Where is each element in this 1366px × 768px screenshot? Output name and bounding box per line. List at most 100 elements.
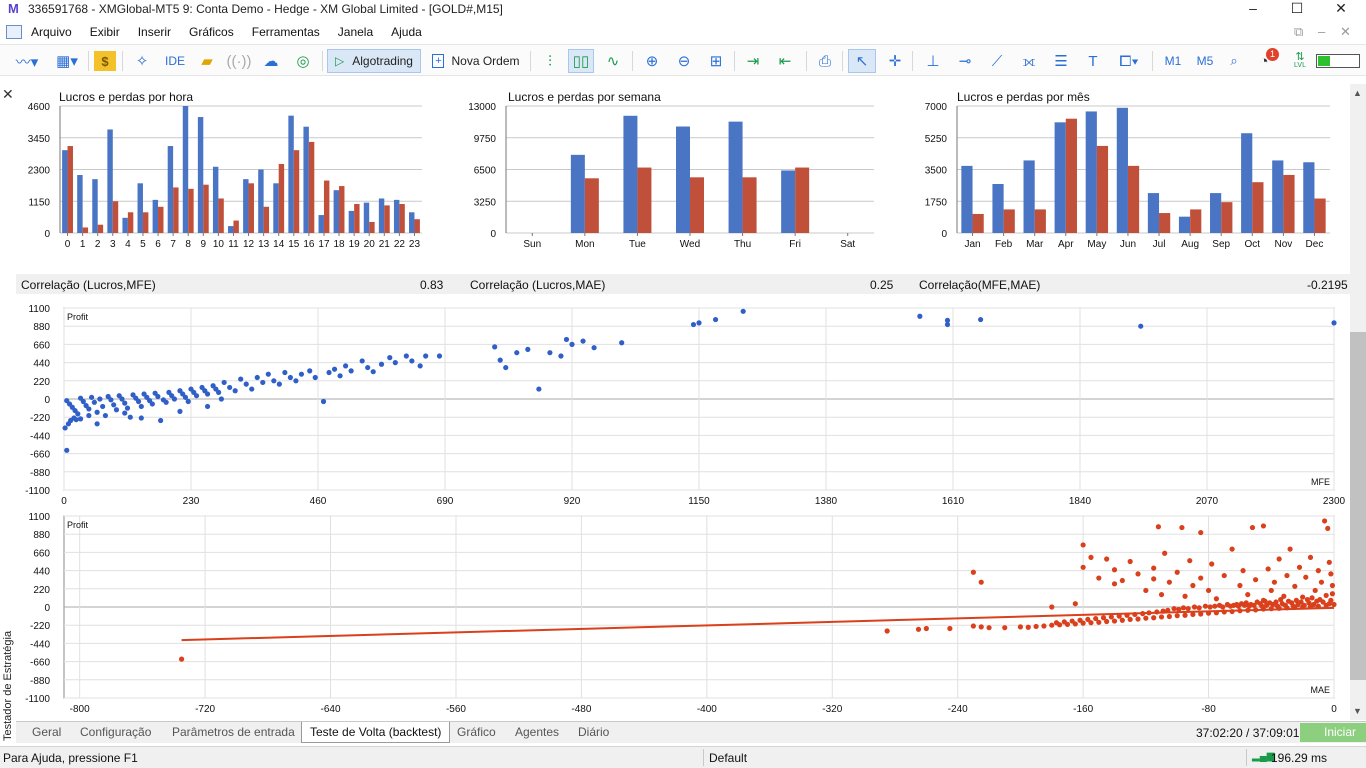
bar-chart-icon[interactable]: ⫶ [538, 49, 562, 73]
x-tick-label: Nov [1274, 239, 1292, 250]
data-point [1100, 615, 1107, 621]
x-tick-label: Oct [1245, 239, 1261, 250]
menu-exibir[interactable]: Exibir [81, 22, 129, 42]
trendline-icon[interactable]: ⟋ [984, 49, 1010, 73]
menu-ferramentas[interactable]: Ferramentas [243, 22, 329, 42]
vertical-scrollbar[interactable]: ▲ ▼ [1350, 84, 1366, 720]
profit-bar [122, 217, 128, 233]
line-chart-icon[interactable]: ∿ [600, 49, 626, 73]
x-tick-label: 21 [379, 239, 391, 250]
scroll-up-icon[interactable]: ▲ [1353, 88, 1362, 98]
algotrading-button[interactable]: ▷ Algotrading [327, 49, 421, 73]
crosshair-icon[interactable]: ✛ [882, 49, 908, 73]
x-tick-label: 12 [243, 239, 255, 250]
tab-grafico[interactable]: Gráfico [449, 722, 504, 743]
loss-bar [972, 213, 984, 233]
notifications-icon[interactable]: ◔ 1 [1250, 48, 1279, 73]
x-tick-label: 3 [110, 239, 116, 250]
search-icon[interactable]: ⌕ [1224, 49, 1244, 73]
menu-ajuda[interactable]: Ajuda [382, 22, 431, 42]
profit-bar [1147, 193, 1160, 233]
data-point [970, 569, 976, 575]
loss-bar [67, 146, 73, 233]
close-panel-icon[interactable]: ✕ [2, 86, 14, 103]
minimize-button[interactable]: – [1230, 0, 1276, 18]
data-point [1296, 564, 1303, 570]
x-tick-label: 920 [564, 496, 581, 507]
profit-bar [1023, 160, 1035, 233]
tab-diario[interactable]: Diário [570, 722, 617, 743]
tab-agentes[interactable]: Agentes [507, 722, 567, 743]
menu-inserir[interactable]: Inserir [129, 22, 180, 42]
market-dollar-icon[interactable]: $ [94, 51, 116, 71]
profit-bar [728, 121, 743, 233]
toolbar-separator [322, 51, 323, 71]
equidistant-channel-icon[interactable]: ⟗ [1016, 49, 1042, 73]
profit-bar [676, 126, 690, 233]
data-point [265, 371, 271, 377]
signals-star-icon[interactable]: ✧ [130, 49, 154, 73]
profit-bar [318, 215, 324, 233]
screenshot-camera-icon[interactable]: ⎙ [812, 49, 838, 73]
scrollbar-thumb[interactable] [1350, 332, 1366, 680]
candlestick-icon[interactable]: ▯▯ [568, 49, 594, 73]
timeframe-m5-button[interactable]: M5 [1192, 49, 1218, 73]
maximize-button[interactable]: ☐ [1274, 0, 1320, 18]
mdi-close-icon[interactable]: ✕ [1340, 24, 1351, 40]
data-point [1127, 616, 1133, 623]
broadcast-icon[interactable]: ((·)) [226, 49, 252, 73]
loss-bar [248, 183, 254, 233]
mdi-minimize-icon[interactable]: – [1318, 24, 1325, 39]
x-tick-label: 1380 [815, 496, 838, 507]
x-tick-label: 18 [333, 239, 345, 250]
autoscroll-icon[interactable]: ⇤ [772, 49, 798, 73]
vertical-line-icon[interactable]: ⊥ [920, 49, 946, 73]
shopping-bag-icon[interactable]: ▰ [196, 49, 218, 73]
data-point [558, 353, 564, 359]
zoom-out-icon[interactable]: ⊖ [672, 49, 696, 73]
data-point [1135, 616, 1141, 622]
tab-geral[interactable]: Geral [24, 722, 69, 743]
data-point [1198, 575, 1204, 581]
loss-bar [354, 204, 360, 233]
chart-dashboard-dropdown-icon[interactable]: ▦▾ [50, 49, 84, 73]
signal-level-label: LVL [1294, 62, 1306, 69]
menu-graficos[interactable]: Gráficos [180, 22, 243, 42]
timeframe-m1-button[interactable]: M1 [1160, 49, 1186, 73]
data-point [1143, 587, 1149, 594]
menu-arquivo[interactable]: Arquivo [22, 22, 81, 42]
data-point [1300, 594, 1306, 600]
tab-configuracao[interactable]: Configuração [72, 722, 159, 743]
text-tool-icon[interactable]: T [1080, 49, 1106, 73]
data-point [884, 628, 890, 634]
vps-globe-icon[interactable]: ◎ [290, 49, 316, 73]
scroll-end-icon[interactable]: ⇥ [740, 49, 766, 73]
line-chart-dropdown-icon[interactable]: 〰▾ [10, 49, 44, 73]
scroll-down-icon[interactable]: ▼ [1353, 706, 1362, 716]
data-point [525, 346, 531, 352]
tab-parametros[interactable]: Parâmetros de entrada [164, 722, 303, 743]
tester-tabs: Geral Configuração Parâmetros de entrada… [16, 721, 1366, 743]
close-window-button[interactable]: ✕ [1318, 0, 1364, 18]
cloud-icon[interactable]: ☁ [258, 49, 284, 73]
loss-bar [384, 205, 390, 233]
mfe-scatter-chart: 1100 880 660 440 220 0 -220 -440 -660 -880 -1100 0 2… [25, 304, 1345, 507]
data-point [149, 401, 155, 407]
data-point [1135, 571, 1141, 577]
new-order-label: Nova Ordem [451, 54, 520, 68]
mdi-restore-icon[interactable]: ⧉ [1294, 24, 1303, 40]
zoom-in-icon[interactable]: ⊕ [640, 49, 664, 73]
shapes-dropdown-icon[interactable]: ⧠▾ [1112, 49, 1146, 73]
tab-backtest[interactable]: Teste de Volta (backtest) [301, 722, 451, 743]
ide-button[interactable]: IDE [160, 49, 190, 73]
data-point [1025, 624, 1031, 630]
data-point [1111, 567, 1118, 573]
tile-windows-icon[interactable]: ⊞ [704, 49, 728, 73]
horizontal-line-icon[interactable]: ⊸ [952, 49, 978, 73]
new-order-button[interactable]: + Nova Ordem [428, 49, 524, 73]
menu-janela[interactable]: Janela [329, 22, 382, 42]
profit-bar [152, 199, 159, 233]
cursor-arrow-icon[interactable]: ↖ [848, 49, 876, 73]
fibonacci-icon[interactable]: ☰ [1048, 49, 1074, 73]
start-button[interactable]: Iniciar [1300, 723, 1366, 742]
